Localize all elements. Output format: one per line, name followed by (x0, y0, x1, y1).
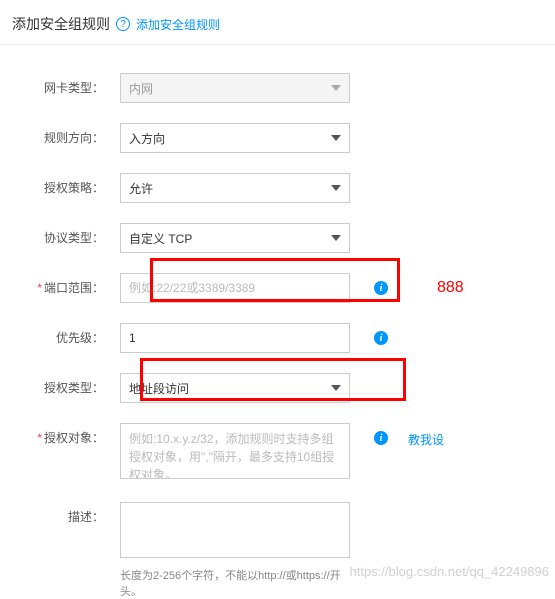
chevron-down-icon (331, 135, 341, 141)
description-label: 描述： (10, 502, 104, 525)
security-rule-form: 网卡类型： 内网 规则方向： 入方向 授权策略： 允许 协议类型： (0, 45, 555, 599)
auth-object-label: *授权对象： (10, 423, 104, 446)
protocol-label: 协议类型： (10, 223, 104, 246)
auth-object-input[interactable] (120, 423, 350, 479)
policy-select[interactable]: 允许 (120, 173, 350, 203)
priority-label: 优先级： (10, 323, 104, 346)
info-icon[interactable]: i (374, 431, 388, 445)
help-link[interactable]: 添加安全组规则 (136, 16, 220, 33)
port-input[interactable] (120, 273, 350, 303)
auth-type-select[interactable]: 地址段访问 (120, 373, 350, 403)
chevron-down-icon (331, 235, 341, 241)
policy-value: 允许 (129, 180, 153, 197)
direction-label: 规则方向： (10, 123, 104, 146)
description-hint: 长度为2-256个字符，不能以http://或https://开头。 (120, 567, 350, 599)
chevron-down-icon (331, 85, 341, 91)
description-input[interactable] (120, 502, 350, 558)
direction-value: 入方向 (129, 130, 165, 147)
priority-input[interactable] (120, 323, 350, 353)
teach-me-link[interactable]: 教我设 (408, 431, 444, 448)
help-icon: ? (116, 17, 130, 31)
protocol-select[interactable]: 自定义 TCP (120, 223, 350, 253)
info-icon[interactable]: i (374, 281, 388, 295)
nic-type-select: 内网 (120, 73, 350, 103)
chevron-down-icon (331, 185, 341, 191)
protocol-value: 自定义 TCP (129, 230, 192, 247)
nic-type-value: 内网 (129, 80, 153, 97)
info-icon[interactable]: i (374, 331, 388, 345)
nic-type-label: 网卡类型： (10, 73, 104, 96)
auth-type-value: 地址段访问 (129, 380, 189, 397)
watermark: https://blog.csdn.net/qq_42249896 (350, 564, 550, 579)
chevron-down-icon (331, 385, 341, 391)
annotation-port: 888 (437, 279, 464, 297)
policy-label: 授权策略： (10, 173, 104, 196)
port-label: *端口范围： (10, 273, 104, 296)
auth-type-label: 授权类型： (10, 373, 104, 396)
page-title: 添加安全组规则 (12, 14, 110, 34)
direction-select[interactable]: 入方向 (120, 123, 350, 153)
